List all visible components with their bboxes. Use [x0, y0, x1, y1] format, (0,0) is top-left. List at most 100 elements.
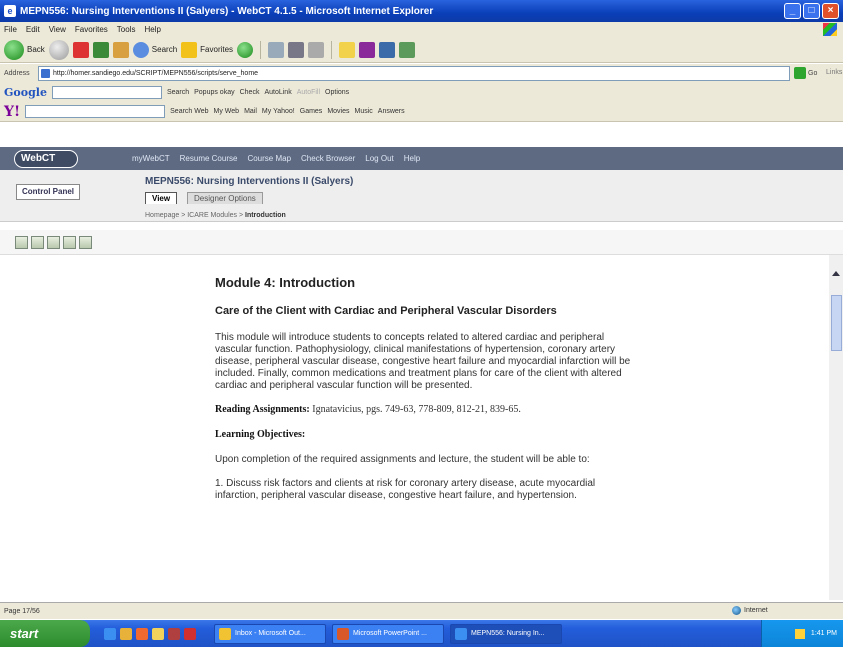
close-button[interactable]: × [822, 3, 839, 19]
yahoo-logo[interactable]: Y! [4, 104, 20, 120]
task-outlook[interactable]: Inbox - Microsoft Out... [214, 623, 326, 644]
mail-icon[interactable] [268, 41, 285, 58]
google-options-button[interactable]: Options [325, 89, 349, 96]
yahoo-my-yahoo-button[interactable]: My Yahoo! [262, 108, 295, 115]
nav-resume-course[interactable]: Resume Course [180, 154, 238, 163]
menu-bar: File Edit View Favorites Tools Help [0, 22, 843, 37]
quick-launch [104, 627, 196, 640]
menu-file[interactable]: File [4, 25, 17, 34]
start-button[interactable]: start [0, 620, 90, 647]
app2-quicklaunch-icon[interactable] [184, 627, 196, 640]
mail-quicklaunch-icon[interactable] [152, 627, 164, 640]
course-title: MEPN556: Nursing Interventions II (Salye… [145, 176, 354, 187]
window-title: MEPN556: Nursing Interventions II (Salye… [20, 5, 434, 17]
yahoo-icon[interactable] [359, 41, 376, 58]
minimize-button[interactable]: _ [784, 3, 801, 19]
powerpoint-icon [337, 627, 349, 640]
yahoo-answers-button[interactable]: Answers [378, 108, 405, 115]
control-panel-button[interactable]: Control Panel [16, 184, 81, 200]
content-icon-toolbar [0, 230, 843, 255]
go-button[interactable]: Go [794, 67, 817, 79]
status-text: Page 17/56 [4, 607, 40, 615]
google-search-input[interactable] [51, 86, 162, 99]
task-outlook-label: Inbox - Microsoft Out... [235, 630, 306, 637]
task-ie[interactable]: MEPN556: Nursing In... [450, 623, 562, 644]
google-search-button[interactable]: Search [167, 89, 189, 96]
webct-logo[interactable]: WebCT [14, 149, 78, 168]
yahoo-mail-button[interactable]: Mail [244, 108, 257, 115]
folder-icon[interactable] [339, 41, 356, 58]
objective-item: 1. Discuss risk factors and clients at r… [215, 478, 596, 501]
google-autolink-button[interactable]: AutoLink [264, 89, 291, 96]
edit-icon[interactable] [308, 41, 325, 58]
google-autofill-button[interactable]: AutoFill [297, 89, 320, 96]
back-button[interactable]: Back [4, 39, 45, 60]
ie-task-icon [455, 627, 467, 640]
security-zone: Internet [732, 606, 768, 615]
menu-edit[interactable]: Edit [26, 25, 40, 34]
nav-mywebct[interactable]: myWebCT [132, 154, 170, 163]
tab-designer-options[interactable]: Designer Options [187, 192, 263, 204]
menu-help[interactable]: Help [144, 25, 160, 34]
menu-favorites[interactable]: Favorites [75, 25, 108, 34]
page-top-band [0, 122, 843, 147]
home-icon[interactable] [112, 41, 129, 58]
maximize-button[interactable]: □ [803, 3, 820, 19]
webct-nav-bar: WebCT myWebCT Resume Course Course Map C… [0, 147, 843, 170]
history-icon[interactable] [237, 41, 254, 58]
stop-icon[interactable] [72, 41, 89, 58]
windows-logo-icon [823, 23, 837, 36]
taskbar: start Inbox - Microsoft Out... Microsoft… [0, 620, 843, 647]
download-icon[interactable] [79, 235, 92, 249]
tray-icon[interactable] [794, 628, 805, 639]
yahoo-toolbar: Y! Search Web My Web Mail My Yahoo! Game… [0, 102, 843, 122]
task-powerpoint[interactable]: Microsoft PowerPoint ... [332, 623, 444, 644]
course-header: Control Panel MEPN556: Nursing Intervent… [0, 170, 843, 222]
standard-toolbar: Back Search Favorites [0, 37, 843, 63]
print-icon[interactable] [288, 41, 305, 58]
google-popups-button[interactable]: Popups okay [194, 89, 234, 96]
yahoo-games-button[interactable]: Games [300, 108, 323, 115]
favorites-button[interactable]: Favorites [181, 41, 234, 58]
tab-view[interactable]: View [145, 192, 178, 204]
menu-tools[interactable]: Tools [117, 25, 136, 34]
notes-icon[interactable] [15, 235, 28, 249]
nav-help[interactable]: Help [404, 154, 420, 163]
breadcrumb-path[interactable]: Homepage > ICARE Modules > [145, 212, 245, 219]
print-page-icon[interactable] [31, 235, 44, 249]
messenger-icon[interactable] [379, 41, 396, 58]
yahoo-search-input[interactable] [25, 105, 166, 118]
search-button[interactable]: Search [132, 41, 177, 58]
nav-log-out[interactable]: Log Out [365, 154, 393, 163]
links-button[interactable]: Links [826, 69, 842, 76]
breadcrumb-current: Introduction [245, 212, 286, 219]
forward-button[interactable] [48, 39, 69, 60]
yahoo-movies-button[interactable]: Movies [327, 108, 349, 115]
address-label: Address [4, 70, 30, 77]
address-input[interactable]: http://homer.sandiego.edu/SCRIPT/MEPN556… [38, 66, 790, 81]
task-ie-label: MEPN556: Nursing In... [471, 630, 545, 637]
nav-course-map[interactable]: Course Map [247, 154, 291, 163]
google-logo[interactable]: Google [4, 86, 47, 99]
nav-check-browser[interactable]: Check Browser [301, 154, 355, 163]
previous-page-icon[interactable] [47, 235, 60, 249]
yahoo-my-web-button[interactable]: My Web [214, 108, 240, 115]
go-label: Go [808, 69, 818, 77]
folder-quicklaunch-icon[interactable] [120, 627, 132, 640]
scroll-up-arrow-icon[interactable] [832, 271, 840, 276]
module-content: Module 4: Introduction Care of the Clien… [215, 275, 635, 514]
next-page-icon[interactable] [63, 235, 76, 249]
objectives-intro: Upon completion of the required assignme… [215, 454, 590, 465]
app-quicklaunch-icon[interactable] [168, 627, 180, 640]
yahoo-music-button[interactable]: Music [355, 108, 373, 115]
refresh-icon[interactable] [92, 41, 109, 58]
scroll-thumb[interactable] [831, 295, 842, 351]
media-quicklaunch-icon[interactable] [136, 627, 148, 640]
menu-view[interactable]: View [49, 25, 66, 34]
yahoo-search-web-button[interactable]: Search Web [170, 108, 208, 115]
search-icon [132, 41, 149, 58]
google-check-button[interactable]: Check [240, 89, 260, 96]
tools-icon[interactable] [399, 41, 416, 58]
favorites-label: Favorites [200, 45, 234, 54]
ie-quicklaunch-icon[interactable] [104, 627, 116, 640]
